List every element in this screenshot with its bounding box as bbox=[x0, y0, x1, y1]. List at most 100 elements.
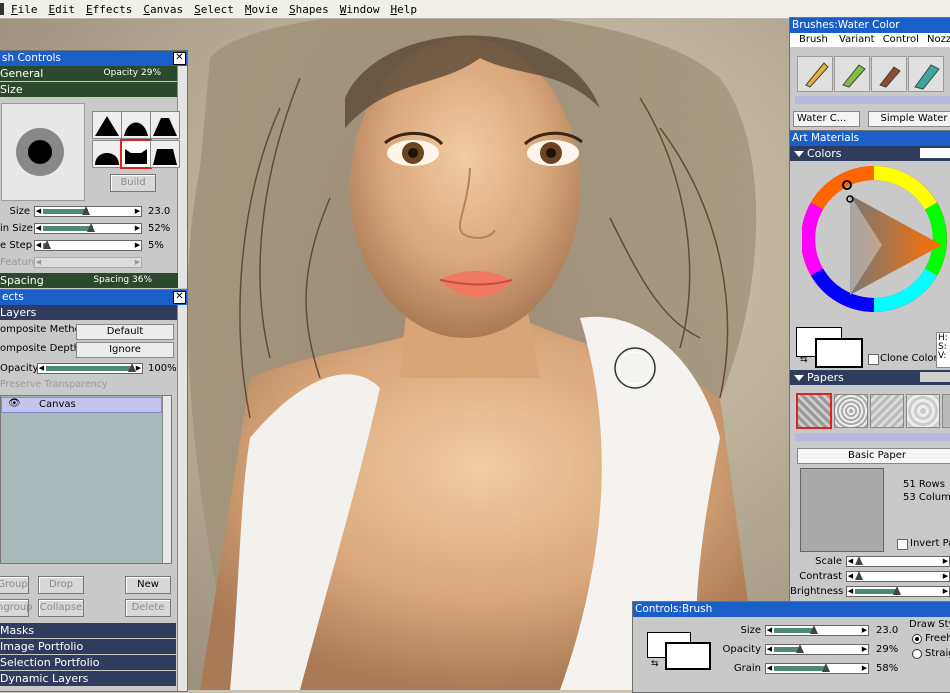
paper-name-field[interactable]: Basic Paper bbox=[797, 448, 950, 464]
profile-watercolor-icon[interactable] bbox=[120, 139, 152, 169]
drop-button[interactable]: Drop bbox=[38, 576, 84, 594]
layer-opacity-value: 100% bbox=[148, 363, 177, 374]
paper-drawer-expander[interactable] bbox=[795, 433, 950, 441]
menu-movie[interactable]: Movie bbox=[245, 3, 278, 16]
objects-palette: ects ✕ Layers omposite Method Default om… bbox=[0, 289, 188, 692]
palette-title-bar[interactable]: Controls:Brush bbox=[633, 602, 950, 617]
clone-color-checkbox[interactable] bbox=[868, 354, 879, 365]
brush-variant-select[interactable]: Simple Water bbox=[868, 111, 950, 127]
profile-dull-icon[interactable] bbox=[92, 140, 122, 168]
straight-lines-label: Straig bbox=[925, 648, 950, 659]
preserve-transparency-checkbox[interactable]: Preserve Transparency bbox=[0, 379, 108, 390]
ctrl-grain-value: 58% bbox=[876, 663, 899, 674]
paper-swatch bbox=[920, 372, 950, 382]
selection-portfolio-section-header[interactable]: Selection Portfolio bbox=[0, 655, 176, 670]
ungroup-button[interactable]: ngroup bbox=[0, 599, 32, 617]
layers-section-header[interactable]: Layers bbox=[0, 305, 187, 320]
tab-brush[interactable]: Brush bbox=[799, 34, 828, 45]
close-icon[interactable]: ✕ bbox=[173, 291, 186, 304]
profile-linear-icon[interactable] bbox=[150, 111, 180, 139]
palette-title-bar[interactable]: sh Controls ✕ bbox=[0, 51, 187, 66]
eye-icon[interactable]: 👁 bbox=[8, 398, 21, 409]
profile-flat-icon[interactable] bbox=[150, 140, 180, 168]
paper-tile[interactable] bbox=[870, 394, 904, 428]
paper-contrast-slider[interactable]: ◀ ▶ bbox=[846, 571, 950, 582]
composite-depth-select[interactable]: Ignore bbox=[76, 342, 174, 358]
menu-window[interactable]: Window bbox=[340, 3, 380, 16]
size-section-header[interactable]: Size bbox=[0, 82, 187, 97]
brush-category-select[interactable]: Water C... bbox=[793, 111, 860, 127]
group-button[interactable]: Group bbox=[0, 576, 29, 594]
ctrl-opacity-slider[interactable]: ◀ ▶ bbox=[765, 644, 869, 655]
delete-layer-button[interactable]: Delete bbox=[125, 599, 171, 617]
ctrl-grain-label: Grain bbox=[733, 663, 761, 674]
build-button[interactable]: Build bbox=[110, 174, 156, 192]
art-materials-palette: Art Materials Colors ⇆ Clone Color H: S:… bbox=[789, 130, 950, 602]
menu-edit[interactable]: Edit bbox=[49, 3, 76, 16]
paper-brightness-slider[interactable]: ◀ ▶ bbox=[846, 586, 950, 597]
straight-lines-radio[interactable] bbox=[912, 649, 922, 659]
section-title: Image Portfolio bbox=[0, 640, 84, 653]
marker-brush-icon[interactable] bbox=[834, 56, 870, 92]
paper-tile[interactable] bbox=[906, 394, 940, 428]
size-slider[interactable]: ◀ ▶ bbox=[34, 206, 142, 217]
profile-medium-icon[interactable] bbox=[121, 111, 151, 139]
collapse-button[interactable]: Collapse bbox=[38, 599, 84, 617]
feature-slider[interactable]: ◀ ▶ bbox=[34, 257, 142, 268]
swap-colors-icon[interactable]: ⇆ bbox=[800, 355, 808, 365]
menu-shapes[interactable]: Shapes bbox=[289, 3, 329, 16]
tab-nozzle[interactable]: Nozzle bbox=[927, 34, 950, 45]
airbrush-icon[interactable] bbox=[908, 56, 944, 92]
color-wheel[interactable] bbox=[801, 165, 950, 315]
palette-title-bar[interactable]: Art Materials bbox=[790, 131, 950, 146]
dynamic-layers-section-header[interactable]: Dynamic Layers bbox=[0, 671, 176, 686]
general-section-header[interactable]: General Opacity 29% bbox=[0, 66, 187, 81]
menu-help[interactable]: Help bbox=[391, 3, 418, 16]
collapse-triangle-icon[interactable] bbox=[794, 151, 804, 157]
palette-title-bar[interactable]: Brushes:Water Color bbox=[790, 18, 950, 33]
layer-opacity-slider[interactable]: ◀ ▶ bbox=[37, 363, 143, 374]
tab-control[interactable]: Control bbox=[883, 34, 919, 45]
controls-brush-palette: Controls:Brush ⇆ Size ◀ ▶ 23.0 Opacity ◀… bbox=[632, 601, 950, 693]
menu-file[interactable]: File bbox=[11, 3, 38, 16]
ctrl-grain-slider[interactable]: ◀ ▶ bbox=[765, 663, 869, 674]
layer-name: Canvas bbox=[39, 399, 76, 410]
layer-list-scrollbar[interactable] bbox=[162, 396, 171, 563]
paintbrush-icon[interactable] bbox=[871, 56, 907, 92]
additional-color-swatch[interactable] bbox=[665, 642, 711, 670]
profile-pointed-icon[interactable] bbox=[92, 111, 122, 139]
swap-colors-icon[interactable]: ⇆ bbox=[651, 659, 659, 669]
collapse-triangle-icon[interactable] bbox=[794, 375, 804, 381]
paper-scale-slider[interactable]: ◀ ▶ bbox=[846, 556, 950, 567]
menu-effects[interactable]: Effects bbox=[86, 3, 132, 16]
composite-method-select[interactable]: Default bbox=[76, 324, 174, 340]
palette-title-bar[interactable]: ects ✕ bbox=[0, 290, 187, 305]
freehand-radio[interactable] bbox=[912, 634, 922, 644]
close-icon[interactable]: ✕ bbox=[173, 52, 186, 65]
image-portfolio-section-header[interactable]: Image Portfolio bbox=[0, 639, 176, 654]
paper-tile[interactable] bbox=[942, 394, 950, 428]
brush-drawer-expander[interactable] bbox=[795, 96, 950, 104]
colors-section-header[interactable]: Colors bbox=[790, 146, 950, 161]
paper-tile-selected[interactable] bbox=[796, 393, 832, 429]
general-info: Opacity 29% bbox=[103, 68, 161, 78]
scrollbar[interactable] bbox=[177, 66, 187, 288]
composite-method-label: omposite Method bbox=[0, 324, 88, 335]
masks-section-header[interactable]: Masks bbox=[0, 623, 176, 638]
additional-color-swatch[interactable] bbox=[815, 338, 863, 368]
paper-tile[interactable] bbox=[834, 394, 868, 428]
spacing-section-header[interactable]: Spacing Spacing 36% bbox=[0, 273, 178, 288]
menu-select[interactable]: Select bbox=[194, 3, 234, 16]
tab-variant[interactable]: Variant bbox=[839, 34, 874, 45]
size-step-slider[interactable]: ◀ ▶ bbox=[34, 240, 142, 251]
new-layer-button[interactable]: New bbox=[125, 576, 171, 594]
layer-item-canvas[interactable]: 👁 Canvas bbox=[1, 397, 162, 413]
min-size-slider[interactable]: ◀ ▶ bbox=[34, 223, 142, 234]
scrollbar[interactable] bbox=[177, 305, 187, 691]
menu-canvas[interactable]: Canvas bbox=[143, 3, 183, 16]
invert-paper-checkbox[interactable] bbox=[897, 539, 908, 550]
pencil-brush-icon[interactable] bbox=[797, 56, 833, 92]
ctrl-size-slider[interactable]: ◀ ▶ bbox=[765, 625, 869, 636]
palette-title: sh Controls bbox=[2, 52, 61, 64]
papers-section-header[interactable]: Papers bbox=[790, 370, 950, 385]
